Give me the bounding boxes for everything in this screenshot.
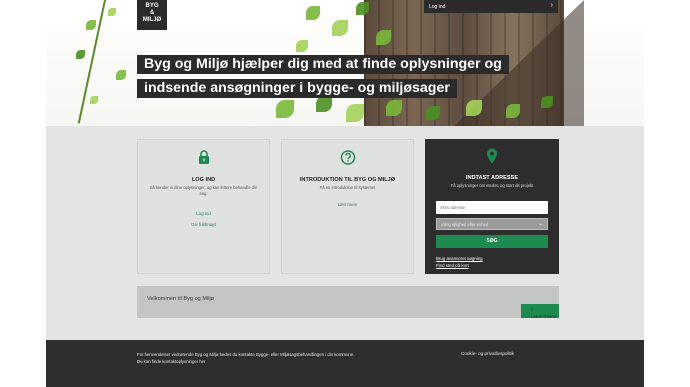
- footer-contact-text: For henvendelser vedrørende Byg og Miljø…: [137, 351, 354, 365]
- unit-select-value: Vælg ejlighed eller enhed: [441, 222, 489, 227]
- leaf-decoration: [116, 70, 126, 80]
- address-card-title: INDTAST ADRESSE: [465, 175, 519, 181]
- login-card-title: LOG IND: [191, 177, 216, 183]
- give-proxy-link[interactable]: Giv fuldmagt: [138, 222, 269, 227]
- introduction-card: INTRODUKTION TIL BYG OG MILJØ Få en intr…: [281, 139, 414, 274]
- leaf-decoration: [346, 104, 364, 122]
- login-bar-button[interactable]: Log ind ›: [424, 0, 558, 13]
- footer: For henvendelser vedrørende Byg og Miljø…: [46, 340, 644, 387]
- introduction-read-more-link[interactable]: Læs mere: [282, 202, 413, 207]
- address-search-input[interactable]: [436, 201, 548, 214]
- login-link[interactable]: Log ind: [138, 211, 269, 216]
- footer-contact-link[interactable]: Du kan finde kontaktoplysninger her: [137, 358, 354, 365]
- privacy-policy-link[interactable]: Cookie- og privatlivspolitik: [461, 351, 514, 356]
- leaf-decoration: [86, 20, 96, 30]
- introduction-card-description: Få en introduktion til systemet: [319, 185, 376, 190]
- leaf-decoration: [506, 104, 520, 118]
- login-bar-label: Log ind: [429, 4, 446, 10]
- welcome-read-more-label: Læs mere: [531, 314, 557, 320]
- address-card-description: Få oplysninger om stedet, og start dit p…: [450, 183, 534, 188]
- leaf-decoration: [426, 106, 440, 120]
- leaf-decoration: [306, 6, 320, 20]
- find-on-map-link[interactable]: Find sted på kort: [436, 263, 469, 268]
- address-search-card: INDTAST ADRESSE Få oplysninger om stedet…: [425, 139, 559, 274]
- leaf-decoration: [276, 100, 294, 118]
- leaf-decoration: [332, 20, 348, 36]
- leaf-decoration: [90, 96, 98, 104]
- logo-text-line1: BYG: [145, 3, 159, 9]
- unit-select-dropdown[interactable]: Vælg ejlighed eller enhed ⌄: [436, 218, 548, 230]
- page: BYG & MILJØ Log ind › Byg og Miljø hjælp…: [0, 0, 690, 387]
- leaf-decoration: [108, 8, 116, 16]
- logo-text-line3: MILJØ: [142, 17, 162, 23]
- chevron-right-icon: ›: [531, 306, 534, 313]
- hero-headline-line2: indsende ansøgninger i bygge- og miljøsa…: [137, 79, 457, 98]
- logo-text-line2: &: [149, 10, 155, 16]
- search-button[interactable]: SØG: [436, 235, 548, 248]
- advanced-search-link[interactable]: Brug avanceret søgning: [436, 256, 483, 261]
- question-icon: [340, 150, 355, 170]
- byg-og-miljo-logo[interactable]: BYG & MILJØ: [137, 0, 167, 30]
- login-card: LOG IND Så kender vi dine oplysninger, o…: [137, 139, 270, 274]
- footer-contact-line1: For henvendelser vedrørende Byg og Miljø…: [137, 352, 355, 357]
- login-card-description: Så kender vi dine oplysninger, og kan le…: [149, 185, 258, 196]
- hero-headline-line1: Byg og Miljø hjælper dig med at finde op…: [137, 55, 509, 74]
- welcome-text: Velkommen til Byg og Miljø: [147, 296, 215, 302]
- chevron-right-icon: ›: [550, 2, 553, 9]
- leaf-decoration: [386, 100, 402, 116]
- introduction-card-title: INTRODUKTION TIL BYG OG MILJØ: [299, 177, 396, 183]
- leaf-decoration: [316, 96, 332, 112]
- leaf-decoration: [376, 30, 391, 45]
- location-pin-icon: [487, 148, 498, 169]
- leaf-decoration: [76, 50, 85, 59]
- leaf-decoration: [541, 96, 553, 108]
- chevron-down-icon: ⌄: [537, 221, 543, 227]
- leaf-decoration: [466, 100, 482, 116]
- leaf-decoration: [296, 40, 308, 52]
- welcome-banner: Velkommen til Byg og Miljø Læs mere ›: [137, 286, 559, 320]
- lock-icon: [198, 150, 210, 169]
- welcome-read-more-button[interactable]: Læs mere ›: [521, 304, 559, 320]
- leaf-decoration: [356, 2, 369, 15]
